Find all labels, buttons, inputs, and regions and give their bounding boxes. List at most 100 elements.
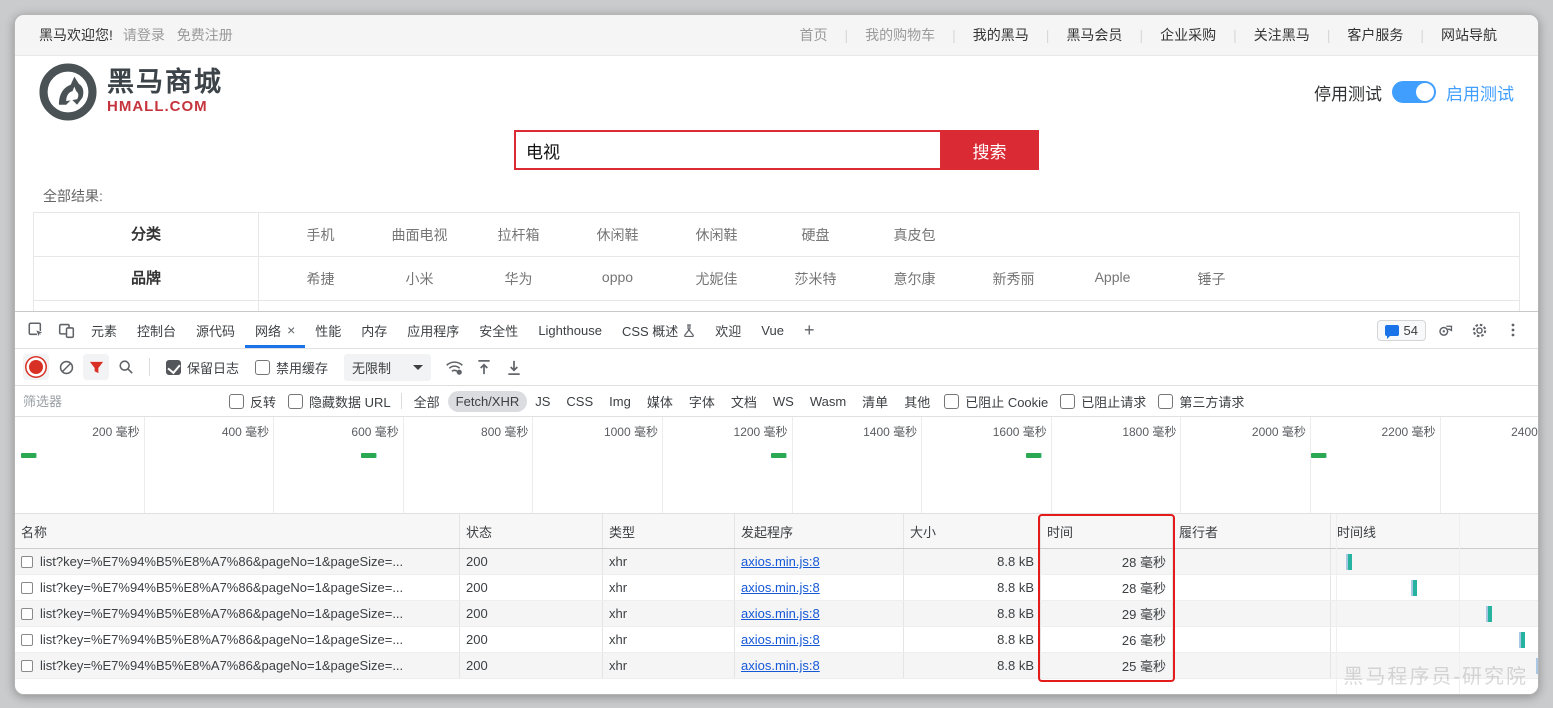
hide-data-url-checkbox[interactable]: 隐藏数据 URL xyxy=(288,392,391,411)
pill-js[interactable]: JS xyxy=(527,391,558,412)
inspect-element-icon[interactable] xyxy=(21,316,51,344)
col-header-name[interactable]: 名称 xyxy=(15,514,460,548)
tab-performance[interactable]: 性能 xyxy=(305,312,351,348)
invert-checkbox[interactable]: 反转 xyxy=(229,392,276,411)
close-tab-icon[interactable]: × xyxy=(287,322,295,338)
waterfall-bar[interactable] xyxy=(1519,632,1525,648)
filter-option[interactable]: Apple xyxy=(1063,269,1162,289)
waterfall-bar[interactable] xyxy=(1346,554,1352,570)
blocked-cookies-checkbox[interactable]: 已阻止 Cookie xyxy=(944,392,1048,411)
nav-item-service[interactable]: 客户服务 xyxy=(1330,25,1420,45)
filter-option[interactable]: 休闲鞋 xyxy=(667,225,766,245)
filter-option[interactable]: 锤子 xyxy=(1162,269,1261,289)
pill-css[interactable]: CSS xyxy=(558,391,601,412)
nav-item-enterprise[interactable]: 企业采购 xyxy=(1143,25,1233,45)
filter-option[interactable]: 小米 xyxy=(370,269,469,289)
row-checkbox[interactable] xyxy=(21,581,33,594)
test-toggle-switch[interactable] xyxy=(1392,81,1436,103)
row-checkbox[interactable] xyxy=(21,555,33,568)
settings-gear-icon[interactable] xyxy=(1464,316,1494,344)
tab-elements[interactable]: 元素 xyxy=(81,312,127,348)
search-input[interactable] xyxy=(514,130,940,170)
network-request-row[interactable]: list?key=%E7%94%B5%E8%A7%86&pageNo=1&pag… xyxy=(15,627,1538,653)
initiator-link[interactable]: axios.min.js:8 xyxy=(741,554,820,569)
network-request-row[interactable]: list?key=%E7%94%B5%E8%A7%86&pageNo=1&pag… xyxy=(15,653,1538,679)
network-conditions-icon[interactable] xyxy=(441,354,467,380)
blocked-requests-checkbox[interactable]: 已阻止请求 xyxy=(1060,392,1146,411)
tab-css-overview[interactable]: CSS 概述 xyxy=(612,312,705,348)
login-link[interactable]: 请登录 xyxy=(123,27,165,43)
nav-item-follow[interactable]: 关注黑马 xyxy=(1237,25,1327,45)
more-options-icon[interactable] xyxy=(1498,316,1528,344)
tab-network[interactable]: 网络 × xyxy=(245,312,306,348)
filter-funnel-button[interactable] xyxy=(83,354,109,380)
filter-option[interactable]: 尤妮佳 xyxy=(667,269,766,289)
pill-img[interactable]: Img xyxy=(601,391,639,412)
search-icon[interactable] xyxy=(113,354,139,380)
col-header-initiator[interactable]: 发起程序 xyxy=(735,514,904,548)
initiator-link[interactable]: axios.min.js:8 xyxy=(741,658,820,673)
nav-item-my-heima[interactable]: 我的黑马 xyxy=(956,25,1046,45)
tab-sources[interactable]: 源代码 xyxy=(186,312,245,348)
site-logo[interactable]: 黑马商城 HMALL.COM xyxy=(39,63,223,121)
throttling-select[interactable]: 无限制 xyxy=(344,353,432,381)
network-request-row[interactable]: list?key=%E7%94%B5%E8%A7%86&pageNo=1&pag… xyxy=(15,601,1538,627)
pill-doc[interactable]: 文档 xyxy=(723,389,765,414)
initiator-link[interactable]: axios.min.js:8 xyxy=(741,580,820,595)
pill-fetch-xhr[interactable]: Fetch/XHR xyxy=(447,390,528,412)
console-messages-badge[interactable]: 54 xyxy=(1376,319,1426,341)
filter-option[interactable]: 拉杆箱 xyxy=(469,225,568,245)
waterfall-bar[interactable] xyxy=(1486,606,1492,622)
filter-option[interactable]: 希捷 xyxy=(271,269,370,289)
pill-wasm[interactable]: Wasm xyxy=(802,391,854,412)
filter-option[interactable]: 硬盘 xyxy=(766,225,865,245)
tab-memory[interactable]: 内存 xyxy=(351,312,397,348)
export-har-icon[interactable] xyxy=(501,354,527,380)
pill-all[interactable]: 全部 xyxy=(406,389,448,414)
filter-option[interactable]: 新秀丽 xyxy=(964,269,1063,289)
filter-option[interactable]: 休闲鞋 xyxy=(568,225,667,245)
col-header-status[interactable]: 状态 xyxy=(460,514,603,548)
col-header-fulfilled-by[interactable]: 履行者 xyxy=(1173,514,1331,548)
issues-icon[interactable] xyxy=(1430,316,1460,344)
tab-lighthouse[interactable]: Lighthouse xyxy=(528,312,612,348)
filter-option[interactable]: 曲面电视 xyxy=(370,225,469,245)
filter-option[interactable]: 意尔康 xyxy=(865,269,964,289)
col-header-time[interactable]: 时间 xyxy=(1041,514,1173,548)
initiator-link[interactable]: axios.min.js:8 xyxy=(741,606,820,621)
pill-other[interactable]: 其他 xyxy=(896,389,938,414)
row-checkbox[interactable] xyxy=(21,607,33,620)
preserve-log-checkbox[interactable]: 保留日志 xyxy=(166,358,239,377)
filter-option[interactable]: 华为 xyxy=(469,269,568,289)
filter-input[interactable] xyxy=(23,390,223,412)
filter-option[interactable]: 莎米特 xyxy=(766,269,865,289)
filter-option[interactable]: 真皮包 xyxy=(865,225,964,245)
filter-option[interactable]: 手机 xyxy=(271,225,370,245)
network-request-row[interactable]: list?key=%E7%94%B5%E8%A7%86&pageNo=1&pag… xyxy=(15,575,1538,601)
col-header-waterfall[interactable]: 时间线 xyxy=(1331,514,1538,548)
clear-network-log-button[interactable] xyxy=(53,354,79,380)
row-checkbox[interactable] xyxy=(21,633,33,646)
network-overview-timeline[interactable]: 200 毫秒 400 毫秒 600 毫秒 800 毫秒 1000 毫秒 1200… xyxy=(15,417,1538,514)
nav-item-cart[interactable]: 我的购物车 xyxy=(848,25,952,45)
network-request-row[interactable]: list?key=%E7%94%B5%E8%A7%86&pageNo=1&pag… xyxy=(15,549,1538,575)
nav-item-member[interactable]: 黑马会员 xyxy=(1049,25,1139,45)
tab-welcome[interactable]: 欢迎 xyxy=(705,312,751,348)
waterfall-bar[interactable] xyxy=(1536,658,1538,674)
pill-manifest[interactable]: 清单 xyxy=(854,389,896,414)
tab-security[interactable]: 安全性 xyxy=(469,312,528,348)
more-tabs-plus-icon[interactable]: + xyxy=(794,320,825,341)
pill-font[interactable]: 字体 xyxy=(681,389,723,414)
tab-application[interactable]: 应用程序 xyxy=(397,312,469,348)
third-party-checkbox[interactable]: 第三方请求 xyxy=(1158,392,1244,411)
disable-cache-checkbox[interactable]: 禁用缓存 xyxy=(255,358,328,377)
device-toolbar-icon[interactable] xyxy=(51,316,81,344)
record-network-log-button[interactable] xyxy=(23,354,49,380)
row-checkbox[interactable] xyxy=(21,659,33,672)
initiator-link[interactable]: axios.min.js:8 xyxy=(741,632,820,647)
col-header-type[interactable]: 类型 xyxy=(603,514,735,548)
filter-option[interactable]: oppo xyxy=(568,269,667,289)
nav-item-sitemap[interactable]: 网站导航 xyxy=(1424,25,1514,45)
waterfall-bar[interactable] xyxy=(1411,580,1417,596)
pill-ws[interactable]: WS xyxy=(765,391,802,412)
